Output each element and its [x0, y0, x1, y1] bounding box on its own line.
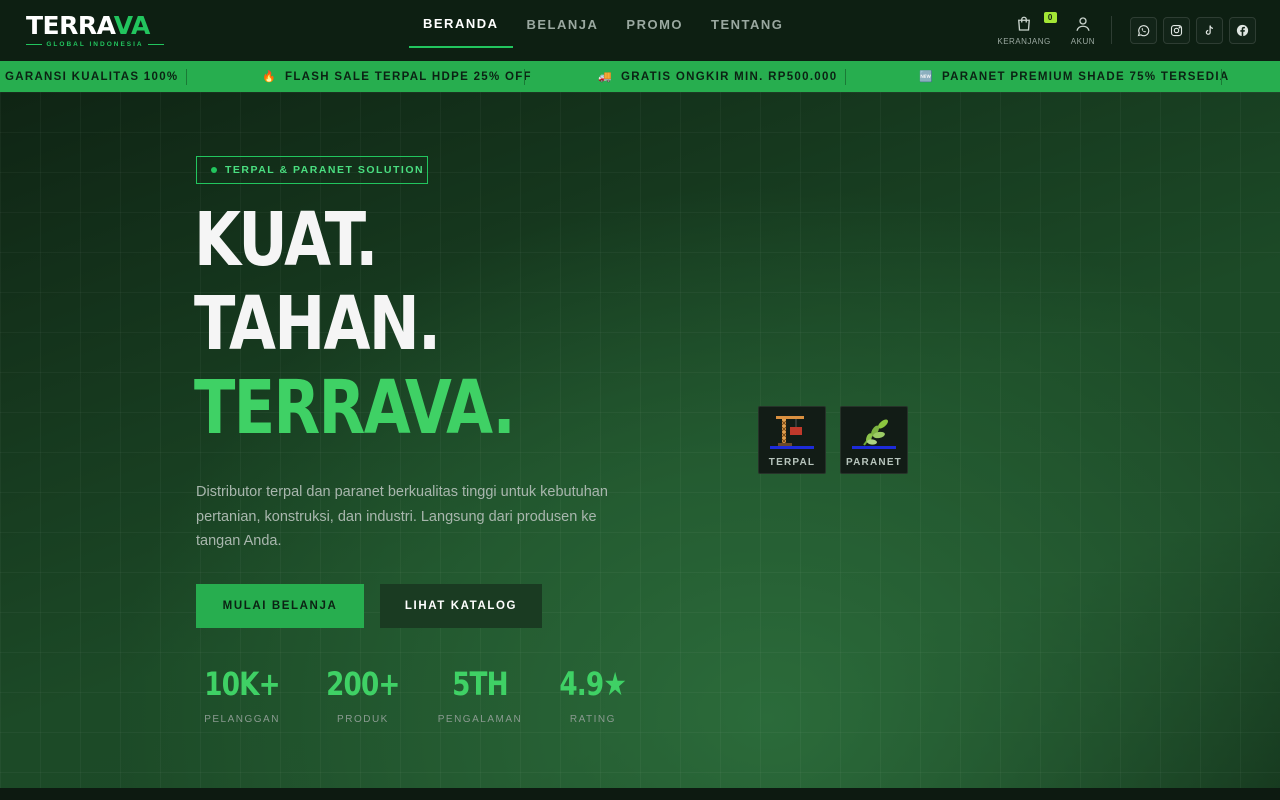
ticker-item: GARANSI KUALITAS 100%	[5, 70, 179, 83]
category-card-paranet[interactable]: PARANET	[840, 406, 908, 474]
hero-description: Distributor terpal dan paranet berkualit…	[196, 484, 608, 549]
cart-count-badge: 0	[1043, 11, 1057, 23]
whatsapp-icon	[1137, 24, 1150, 36]
stat-rating: 4.9★ RATING	[552, 662, 633, 725]
cart-button[interactable]: 0 KERANJANG	[987, 11, 1060, 46]
instagram-icon	[1170, 24, 1183, 36]
stat-products: 200+ PRODUK	[318, 662, 408, 725]
account-button[interactable]: AKUN	[1061, 15, 1105, 46]
header-divider	[1111, 16, 1112, 44]
logo-tagline: GLOBAL INDONESIA	[26, 39, 164, 49]
instagram-link[interactable]	[1163, 16, 1190, 44]
ticker-divider	[1221, 69, 1222, 85]
stat-value: 4.9★	[559, 665, 628, 703]
nav-beranda[interactable]: BERANDA	[409, 0, 513, 48]
site-header: TERRAVA GLOBAL INDONESIA BERANDA BELANJA…	[0, 0, 1280, 61]
fire-icon: 🔥	[262, 71, 277, 83]
tiktok-icon	[1205, 24, 1213, 35]
stat-value: 5TH	[452, 665, 508, 703]
nav-promo[interactable]: PROMO	[612, 0, 697, 48]
hero-headline: KUAT. TAHAN. TERRAVA.	[194, 197, 516, 451]
facebook-icon	[1236, 24, 1249, 36]
headline-line-2: TAHAN.	[194, 281, 441, 367]
headline-line-1: KUAT.	[194, 197, 378, 283]
new-badge-icon: 🆕	[919, 71, 934, 83]
ticker-divider	[524, 69, 525, 85]
facebook-link[interactable]	[1229, 16, 1256, 44]
truck-icon: 🚚	[598, 71, 613, 83]
hero-eyebrow: TERPAL & PARANET SOLUTION	[196, 156, 428, 184]
headline-line-3: TERRAVA.	[194, 365, 516, 451]
category-card-terpal[interactable]: TERPAL	[758, 406, 826, 474]
ticker-item: 🆕 PARANET PREMIUM SHADE 75% TERSEDIA	[919, 70, 1230, 84]
ticker-item: 🚚 GRATIS ONGKIR MIN. RP500.000	[598, 70, 838, 84]
stat-experience: 5TH PENGALAMAN	[438, 662, 522, 725]
crane-icon	[768, 413, 816, 449]
nav-tentang[interactable]: TENTANG	[697, 0, 797, 48]
stat-label: PRODUK	[337, 714, 389, 725]
header-actions: 0 KERANJANG AKUN	[987, 10, 1256, 50]
user-icon	[1076, 16, 1090, 31]
shopping-bag-icon	[1018, 16, 1031, 31]
stat-value: 10K+	[204, 665, 280, 703]
ticker-divider	[186, 69, 187, 85]
category-label: TERPAL	[768, 457, 816, 468]
category-label: PARANET	[846, 457, 902, 468]
logo-wordmark: TERRAVA	[26, 11, 150, 40]
hero-stats: 10K+ PELANGGAN 200+ PRODUK 5TH PENGALAMA…	[196, 662, 664, 725]
leaf-icon	[850, 413, 898, 449]
brand-logo[interactable]: TERRAVA GLOBAL INDONESIA	[26, 13, 166, 49]
ticker-item: 🔥 FLASH SALE TERPAL HDPE 25% OFF	[262, 70, 532, 84]
nav-belanja[interactable]: BELANJA	[513, 0, 613, 48]
hero-section: TERPAL & PARANET SOLUTION KUAT. TAHAN. T…	[0, 92, 1280, 788]
stat-value: 200+	[326, 665, 400, 703]
cart-label: KERANJANG	[997, 36, 1051, 46]
main-nav: BERANDA BELANJA PROMO TENTANG	[409, 0, 797, 48]
section-divider	[0, 788, 1280, 800]
stat-label: RATING	[569, 714, 616, 725]
promo-ticker: GARANSI KUALITAS 100% 🔥 FLASH SALE TERPAL…	[0, 61, 1280, 92]
stat-customers: 10K+ PELANGGAN	[196, 662, 288, 725]
stat-label: PENGALAMAN	[437, 714, 523, 725]
view-catalog-button[interactable]: LIHAT KATALOG	[380, 584, 542, 628]
whatsapp-link[interactable]	[1130, 16, 1157, 44]
ticker-divider	[845, 69, 846, 85]
start-shopping-button[interactable]: MULAI BELANJA	[196, 584, 364, 628]
account-label: AKUN	[1070, 36, 1095, 46]
stat-label: PELANGGAN	[204, 714, 280, 725]
tiktok-link[interactable]	[1196, 16, 1223, 44]
dot-icon	[211, 167, 217, 173]
